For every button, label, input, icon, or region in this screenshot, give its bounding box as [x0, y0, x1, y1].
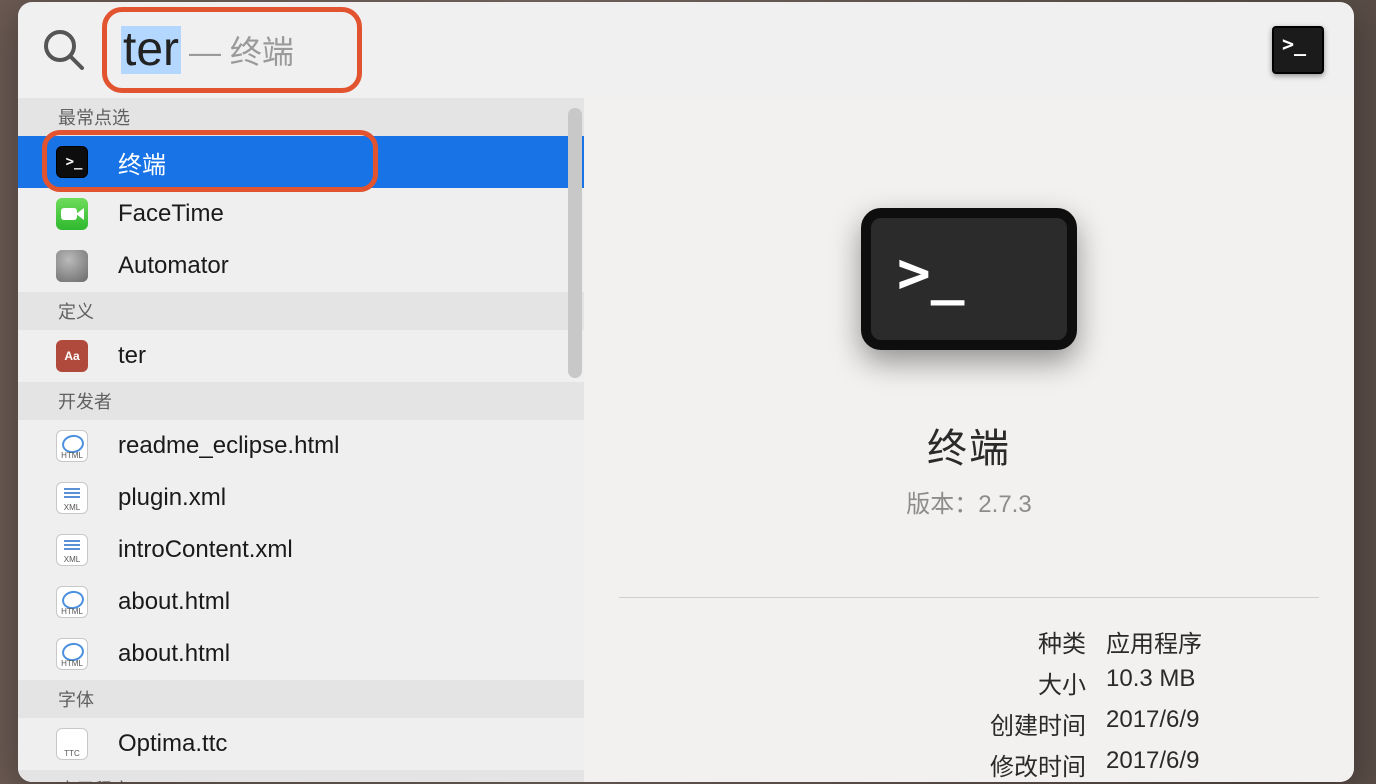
- result-item-file[interactable]: about.html: [18, 576, 584, 628]
- result-label: about.html: [118, 588, 584, 616]
- search-input[interactable]: ter: [121, 26, 181, 74]
- result-item-facetime[interactable]: FaceTime: [18, 188, 584, 240]
- result-item-terminal[interactable]: >_ 终端: [18, 136, 584, 188]
- search-icon: [40, 26, 88, 74]
- scrollbar-thumb[interactable]: [568, 108, 582, 378]
- result-label: Automator: [118, 252, 584, 280]
- xml-file-icon: [56, 534, 88, 566]
- meta-key: 创建时间: [736, 706, 1086, 741]
- html-file-icon: [56, 638, 88, 670]
- result-label: Optima.ttc: [118, 730, 584, 758]
- section-header: 应用程序: [18, 770, 584, 782]
- result-item-file[interactable]: about.html: [18, 628, 584, 680]
- result-label: FaceTime: [118, 200, 584, 228]
- section-header: 定义: [18, 292, 584, 330]
- html-file-icon: [56, 586, 88, 618]
- spotlight-body: 最常点选 >_ 终端 FaceTime Automator 定义 Aa ter …: [18, 98, 1354, 782]
- preview-metadata: 种类应用程序 大小 10.3 MB 创建时间 2017/6/9 修改时间 2017/6…: [736, 624, 1202, 782]
- meta-key: 修改时间: [736, 747, 1086, 782]
- meta-value: 应用程序: [1106, 624, 1202, 659]
- search-row: ter — 终端 >_: [18, 2, 1354, 98]
- result-label: ter: [118, 342, 584, 370]
- result-label: readme_eclipse.html: [118, 432, 584, 460]
- meta-value: 10.3 MB: [1106, 665, 1202, 700]
- result-item-automator[interactable]: Automator: [18, 240, 584, 292]
- result-thumbnail-icon: >_: [1272, 26, 1324, 74]
- result-item-file[interactable]: readme_eclipse.html: [18, 420, 584, 472]
- dictionary-icon: Aa: [56, 340, 88, 372]
- search-input-highlight: ter — 终端: [102, 7, 362, 93]
- facetime-icon: [56, 198, 88, 230]
- result-item-definition[interactable]: Aa ter: [18, 330, 584, 382]
- automator-icon: [56, 250, 88, 282]
- terminal-icon: >_: [56, 146, 88, 178]
- section-header: 最常点选: [18, 98, 584, 136]
- results-list[interactable]: 最常点选 >_ 终端 FaceTime Automator 定义 Aa ter …: [18, 98, 584, 782]
- html-file-icon: [56, 430, 88, 462]
- result-item-file[interactable]: introContent.xml: [18, 524, 584, 576]
- spotlight-window: ter — 终端 >_ 最常点选 >_ 终端 FaceTime A: [18, 2, 1354, 782]
- result-label: introContent.xml: [118, 536, 584, 564]
- font-file-icon: [56, 728, 88, 760]
- preview-pane: >_ 终端 版本：2.7.3 种类应用程序 大小 10.3 MB 创建时间 2017…: [584, 98, 1354, 782]
- result-item-font[interactable]: Optima.ttc: [18, 718, 584, 770]
- preview-app-icon: >_: [861, 208, 1077, 350]
- preview-app-version: 版本：2.7.3: [906, 484, 1031, 519]
- section-header: 开发者: [18, 382, 584, 420]
- meta-value: 2017/6/9: [1106, 706, 1202, 741]
- preview-app-name: 终端: [927, 416, 1011, 474]
- result-label: about.html: [118, 640, 584, 668]
- xml-file-icon: [56, 482, 88, 514]
- result-label: 终端: [118, 145, 584, 180]
- search-suggestion: — 终端: [189, 27, 294, 73]
- meta-key: 大小: [736, 665, 1086, 700]
- divider: [619, 597, 1319, 598]
- result-item-file[interactable]: plugin.xml: [18, 472, 584, 524]
- result-label: plugin.xml: [118, 484, 584, 512]
- section-header: 字体: [18, 680, 584, 718]
- meta-value: 2017/6/9: [1106, 747, 1202, 782]
- meta-key: 种类: [736, 624, 1086, 659]
